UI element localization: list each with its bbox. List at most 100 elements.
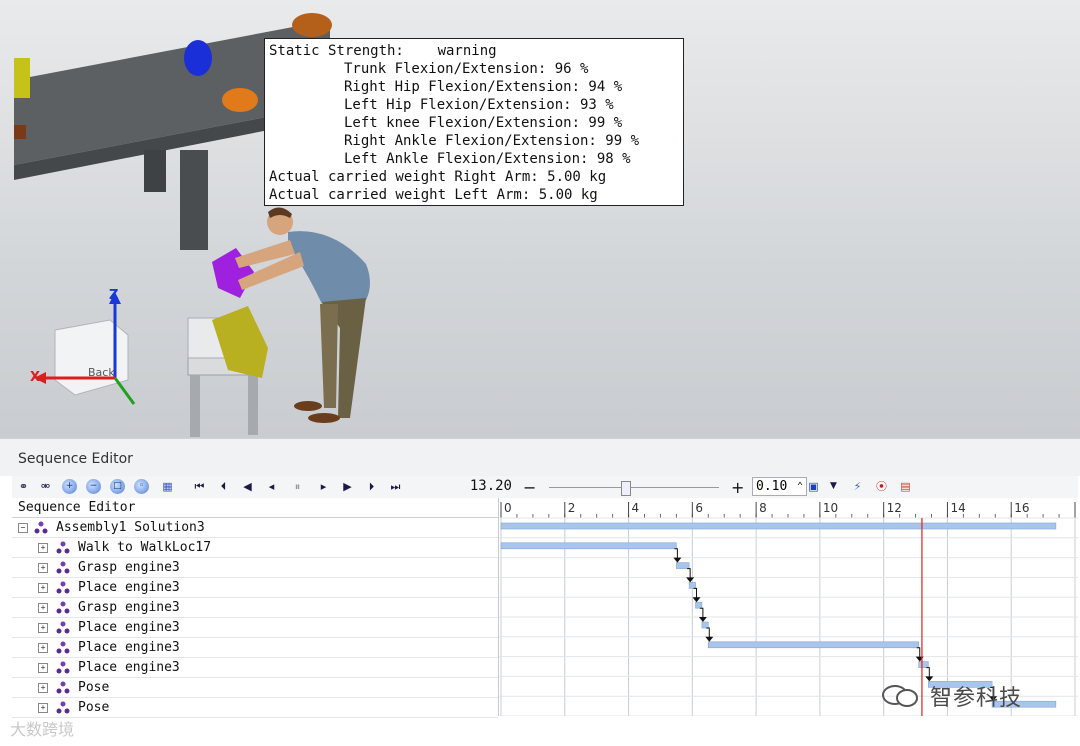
timeline-bar <box>500 522 1057 530</box>
sequence-editor-title: Sequence Editor <box>18 451 133 467</box>
expand-icon[interactable]: + <box>38 623 48 633</box>
tree-row[interactable]: + Place engine3 <box>12 638 498 658</box>
table-leg <box>144 150 166 192</box>
step-back-icon[interactable]: ◀ <box>240 479 255 494</box>
tree-label: Place engine3 <box>78 620 180 635</box>
tooltip-line: Right Ankle Flexion/Extension: 99 % <box>344 133 640 149</box>
tooltip-line: Trunk Flexion/Extension: 96 % <box>344 61 589 77</box>
play-icon[interactable]: ▸ <box>316 479 331 494</box>
expand-icon[interactable]: + <box>38 543 48 553</box>
tick-label: 8 <box>759 501 767 515</box>
tree-row[interactable]: + Walk to WalkLoc17 <box>12 538 498 558</box>
3d-viewport[interactable]: Z X Back Static Strength: warning Trunk … <box>0 0 1080 438</box>
axis-x-label: X <box>30 370 41 385</box>
task-icon <box>56 581 70 594</box>
timeline-bar <box>676 562 690 569</box>
pause-icon[interactable]: ⏸ <box>290 479 305 494</box>
tree-label: Pose <box>78 680 110 695</box>
dependency-arrow <box>915 656 924 662</box>
sequence-editor-titlebar: Sequence Editor <box>0 438 1080 476</box>
tick-label: 12 <box>887 501 902 515</box>
task-icon <box>56 541 70 554</box>
timeline-bar <box>695 601 703 609</box>
pose-icon <box>56 681 70 694</box>
slider-track[interactable] <box>549 487 719 488</box>
time-scale-slider[interactable]: − + <box>517 478 752 497</box>
previous-key-icon[interactable]: ⏴ <box>216 479 231 494</box>
timeline-bar <box>688 582 696 589</box>
tick-label: 10 <box>823 501 838 515</box>
zoom-fit-icon[interactable]: □ <box>110 479 125 494</box>
tick-label: 0 <box>504 501 512 515</box>
expand-icon[interactable]: + <box>38 703 48 713</box>
tree-label: Grasp engine3 <box>78 600 180 615</box>
slider-thumb[interactable] <box>621 481 631 496</box>
expand-icon[interactable]: + <box>38 583 48 593</box>
expand-icon[interactable]: + <box>38 683 48 693</box>
link-icon[interactable]: ⚭ <box>16 479 31 494</box>
spinner-arrows-icon[interactable]: ⌃ <box>797 478 803 495</box>
tree-row[interactable]: + Pose <box>12 678 498 698</box>
tree-label: Place engine3 <box>78 660 180 675</box>
brown-block <box>14 125 26 139</box>
next-key-icon[interactable]: ⏵ <box>364 479 379 494</box>
orange-part <box>222 88 258 112</box>
static-strength-tooltip: Static Strength: warning Trunk Flexion/E… <box>264 38 684 206</box>
expand-icon[interactable]: + <box>38 563 48 573</box>
tooltip-line: Right Hip Flexion/Extension: 94 % <box>344 79 623 95</box>
expand-icon[interactable]: + <box>38 603 48 613</box>
view-cube[interactable] <box>54 319 129 396</box>
monitor-icon[interactable]: ▣ <box>806 479 821 494</box>
properties-icon[interactable]: ▦ <box>160 479 175 494</box>
expand-icon[interactable]: + <box>38 663 48 673</box>
dependency-arrow <box>705 636 714 642</box>
export-icon[interactable]: ▤ <box>898 479 913 494</box>
zoom-box-icon[interactable]: ◦ <box>134 479 149 494</box>
task-icon <box>56 641 70 654</box>
dependency-arrow <box>686 577 695 583</box>
tree-row[interactable]: + Grasp engine3 <box>12 598 498 618</box>
tooltip-header: Static Strength: warning <box>269 43 497 59</box>
tree-row[interactable]: + Pose <box>12 698 498 718</box>
tree-row[interactable]: + Grasp engine3 <box>12 558 498 578</box>
current-time-field[interactable]: 13.20 <box>452 478 512 496</box>
pose-icon <box>56 701 70 714</box>
watermark-left: 大数跨境 <box>10 720 75 739</box>
unlink-icon[interactable]: ⚮ <box>38 479 53 494</box>
zoom-in-icon[interactable]: + <box>62 479 77 494</box>
zoom-out-icon[interactable]: − <box>86 479 101 494</box>
tree-label: Walk to WalkLoc17 <box>78 540 212 555</box>
tree-row[interactable]: + Place engine3 <box>12 578 498 598</box>
dropdown-arrow-icon[interactable]: ▼ <box>826 479 841 494</box>
step-size-spinner[interactable]: 0.10 ⌃ <box>752 477 807 496</box>
tooltip-weight: Actual carried weight Right Arm: 5.00 kg <box>269 169 607 185</box>
go-to-end-icon[interactable]: ⏭ <box>388 479 403 494</box>
dependency-arrow <box>673 557 682 563</box>
table-leg <box>180 150 208 250</box>
tree-row-root[interactable]: − Assembly1 Solution3 <box>12 518 498 538</box>
brown-part <box>292 13 332 37</box>
sequence-toolbar: ⚭ ⚮ + − □ ◦ ▦ ⏮ ⏴ ◀ ◂ ⏸ ▸ ▶ ⏵ ⏭ 13.20 − … <box>12 476 1078 499</box>
dependency-arrow <box>698 617 707 622</box>
tooltip-line: Left knee Flexion/Extension: 99 % <box>344 115 623 131</box>
tree-row[interactable]: + Place engine3 <box>12 658 498 678</box>
simulate-icon[interactable]: ⚡ <box>850 479 865 494</box>
stand-leg <box>190 375 200 437</box>
dependency-arrow <box>692 597 701 603</box>
go-to-start-icon[interactable]: ⏮ <box>192 479 207 494</box>
tooltip-line: Left Ankle Flexion/Extension: 98 % <box>344 151 631 167</box>
yellow-part <box>14 58 30 98</box>
record-icon[interactable]: ⦿ <box>874 479 889 494</box>
slider-minus-button[interactable]: − <box>523 478 536 497</box>
tree-label: Pose <box>78 700 110 715</box>
step-forward-icon[interactable]: ▶ <box>340 479 355 494</box>
stand-leg <box>248 375 258 435</box>
collapse-icon[interactable]: − <box>18 523 28 533</box>
expand-icon[interactable]: + <box>38 643 48 653</box>
tick-label: 2 <box>568 501 576 515</box>
assembly-icon <box>34 521 48 534</box>
play-reverse-icon[interactable]: ◂ <box>264 479 279 494</box>
tick-label: 14 <box>950 501 965 515</box>
tree-row[interactable]: + Place engine3 <box>12 618 498 638</box>
slider-plus-button[interactable]: + <box>731 478 744 497</box>
